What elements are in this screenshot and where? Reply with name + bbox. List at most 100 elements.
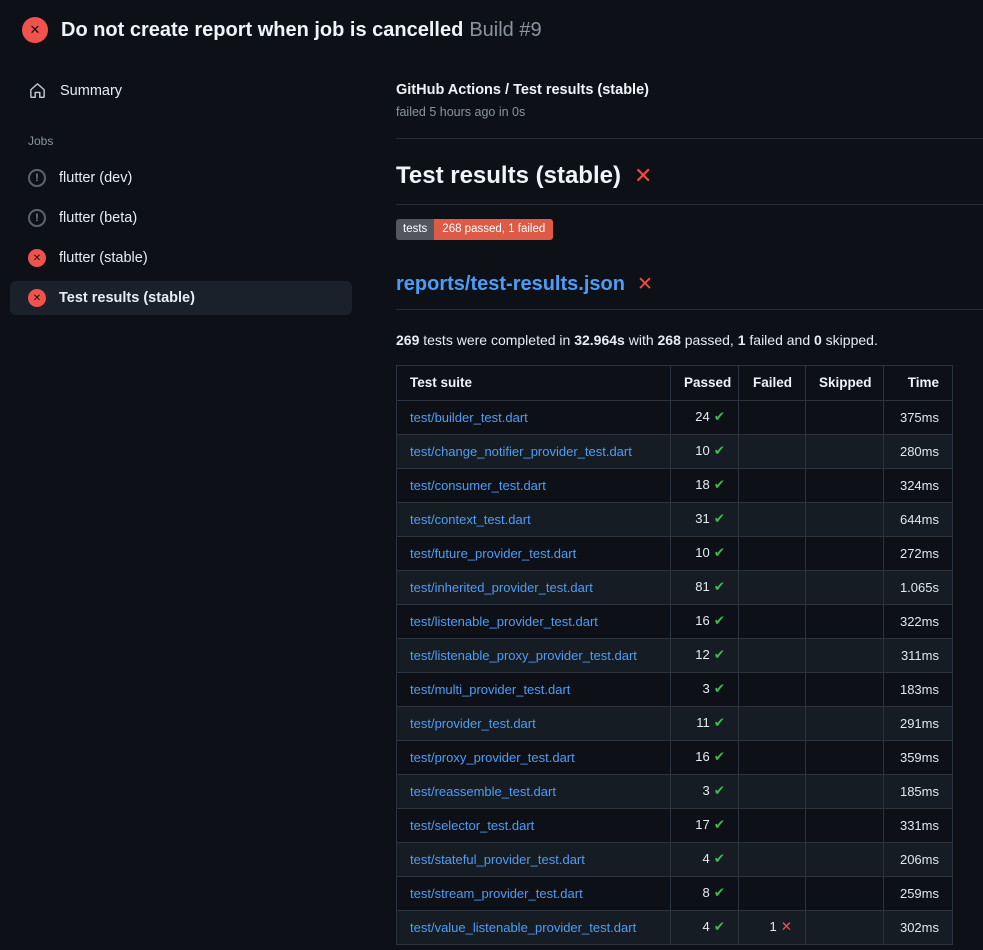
time-cell: 322ms — [884, 604, 953, 638]
passed-cell: 4✔ — [671, 910, 739, 944]
main-content: GitHub Actions / Test results (stable) f… — [380, 56, 983, 945]
test-suite-link[interactable]: test/proxy_provider_test.dart — [410, 750, 575, 765]
column-header-time: Time — [884, 365, 953, 400]
passed-cell: 3✔ — [671, 672, 739, 706]
table-row: test/stateful_provider_test.dart 4✔ 206m… — [397, 842, 953, 876]
tests-summary: 269 tests were completed in 32.964s with… — [396, 332, 983, 348]
report-failed-x-icon: ✕ — [637, 275, 653, 294]
failed-cell — [739, 502, 806, 536]
sidebar-job-item[interactable]: ✕ Test results (stable) — [10, 281, 352, 315]
build-header: ✕ Do not create report when job is cance… — [0, 0, 983, 56]
check-icon: ✔ — [714, 851, 725, 866]
tests-badge: tests 268 passed, 1 failed — [396, 219, 553, 240]
build-number: Build #9 — [469, 19, 541, 41]
divider — [396, 138, 983, 139]
passed-cell: 81✔ — [671, 570, 739, 604]
build-failed-status-icon: ✕ — [22, 17, 48, 43]
check-icon: ✔ — [714, 749, 725, 764]
failed-cell — [739, 740, 806, 774]
skipped-cell — [806, 638, 884, 672]
skipped-cell — [806, 910, 884, 944]
test-suite-link[interactable]: test/reassemble_test.dart — [410, 784, 556, 799]
skipped-cell — [806, 808, 884, 842]
test-suite-link[interactable]: test/listenable_proxy_provider_test.dart — [410, 648, 637, 663]
skipped-cell — [806, 400, 884, 434]
x-icon: ✕ — [781, 919, 792, 934]
table-row: test/context_test.dart 31✔ 644ms — [397, 502, 953, 536]
failed-cell — [739, 638, 806, 672]
passed-cell: 18✔ — [671, 468, 739, 502]
time-cell: 1.065s — [884, 570, 953, 604]
sidebar-job-label: flutter (dev) — [59, 170, 132, 186]
test-suite-link[interactable]: test/listenable_provider_test.dart — [410, 614, 598, 629]
test-suite-link[interactable]: test/builder_test.dart — [410, 410, 528, 425]
time-cell: 272ms — [884, 536, 953, 570]
sidebar-job-item[interactable]: ! flutter (dev) — [10, 161, 352, 195]
skipped-cell — [806, 740, 884, 774]
section-title-row: Test results (stable) ✕ — [396, 162, 983, 205]
test-suite-link[interactable]: test/multi_provider_test.dart — [410, 682, 570, 697]
table-row: test/inherited_provider_test.dart 81✔ 1.… — [397, 570, 953, 604]
sidebar-job-label: flutter (beta) — [59, 210, 137, 226]
check-icon: ✔ — [714, 511, 725, 526]
sidebar-job-item[interactable]: ! flutter (beta) — [10, 201, 352, 235]
table-row: test/provider_test.dart 11✔ 291ms — [397, 706, 953, 740]
table-header-row: Test suite Passed Failed Skipped Time — [397, 365, 953, 400]
time-cell: 324ms — [884, 468, 953, 502]
table-row: test/listenable_provider_test.dart 16✔ 3… — [397, 604, 953, 638]
test-suite-link[interactable]: test/value_listenable_provider_test.dart — [410, 920, 636, 935]
column-header-failed: Failed — [739, 365, 806, 400]
status-neutral-icon: ! — [28, 209, 46, 227]
failed-cell — [739, 400, 806, 434]
status-neutral-icon: ! — [28, 169, 46, 187]
time-cell: 359ms — [884, 740, 953, 774]
status-failed-icon: ✕ — [28, 249, 46, 267]
time-cell: 280ms — [884, 434, 953, 468]
test-suite-link[interactable]: test/consumer_test.dart — [410, 478, 546, 493]
test-suite-link[interactable]: test/inherited_provider_test.dart — [410, 580, 593, 595]
skipped-cell — [806, 434, 884, 468]
check-icon: ✔ — [714, 477, 725, 492]
status-failed-icon: ✕ — [28, 289, 46, 307]
report-title-row: reports/test-results.json ✕ — [396, 273, 983, 310]
passed-cell: 11✔ — [671, 706, 739, 740]
section-title: Test results (stable) — [396, 162, 621, 190]
column-header-test-suite: Test suite — [397, 365, 671, 400]
failed-cell — [739, 604, 806, 638]
sidebar-job-item[interactable]: ✕ flutter (stable) — [10, 241, 352, 275]
home-icon — [28, 81, 47, 100]
check-icon: ✔ — [714, 443, 725, 458]
passed-cell: 4✔ — [671, 842, 739, 876]
time-cell: 291ms — [884, 706, 953, 740]
skipped-cell — [806, 468, 884, 502]
table-row: test/future_provider_test.dart 10✔ 272ms — [397, 536, 953, 570]
check-icon: ✔ — [714, 545, 725, 560]
test-suite-link[interactable]: test/context_test.dart — [410, 512, 531, 527]
skipped-cell — [806, 502, 884, 536]
check-icon: ✔ — [714, 885, 725, 900]
test-suite-link[interactable]: test/stream_provider_test.dart — [410, 886, 583, 901]
check-icon: ✔ — [714, 681, 725, 696]
skipped-cell — [806, 672, 884, 706]
run-status-line: failed 5 hours ago in 0s — [396, 105, 983, 119]
skipped-cell — [806, 604, 884, 638]
report-file-link[interactable]: reports/test-results.json — [396, 273, 625, 296]
jobs-section-label: Jobs — [28, 134, 352, 148]
sidebar-item-summary[interactable]: Summary — [10, 74, 352, 107]
failed-cell — [739, 570, 806, 604]
test-suite-link[interactable]: test/stateful_provider_test.dart — [410, 852, 585, 867]
test-suite-link[interactable]: test/selector_test.dart — [410, 818, 534, 833]
failed-x-icon: ✕ — [634, 165, 652, 187]
failed-cell — [739, 468, 806, 502]
test-suite-link[interactable]: test/provider_test.dart — [410, 716, 536, 731]
table-row: test/multi_provider_test.dart 3✔ 183ms — [397, 672, 953, 706]
tests-badge-value: 268 passed, 1 failed — [434, 219, 553, 240]
build-title: Do not create report when job is cancell… — [61, 19, 463, 41]
check-icon: ✔ — [714, 817, 725, 832]
table-row: test/stream_provider_test.dart 8✔ 259ms — [397, 876, 953, 910]
test-suite-link[interactable]: test/change_notifier_provider_test.dart — [410, 444, 632, 459]
passed-cell: 16✔ — [671, 604, 739, 638]
passed-cell: 8✔ — [671, 876, 739, 910]
test-suite-link[interactable]: test/future_provider_test.dart — [410, 546, 576, 561]
check-icon: ✔ — [714, 715, 725, 730]
